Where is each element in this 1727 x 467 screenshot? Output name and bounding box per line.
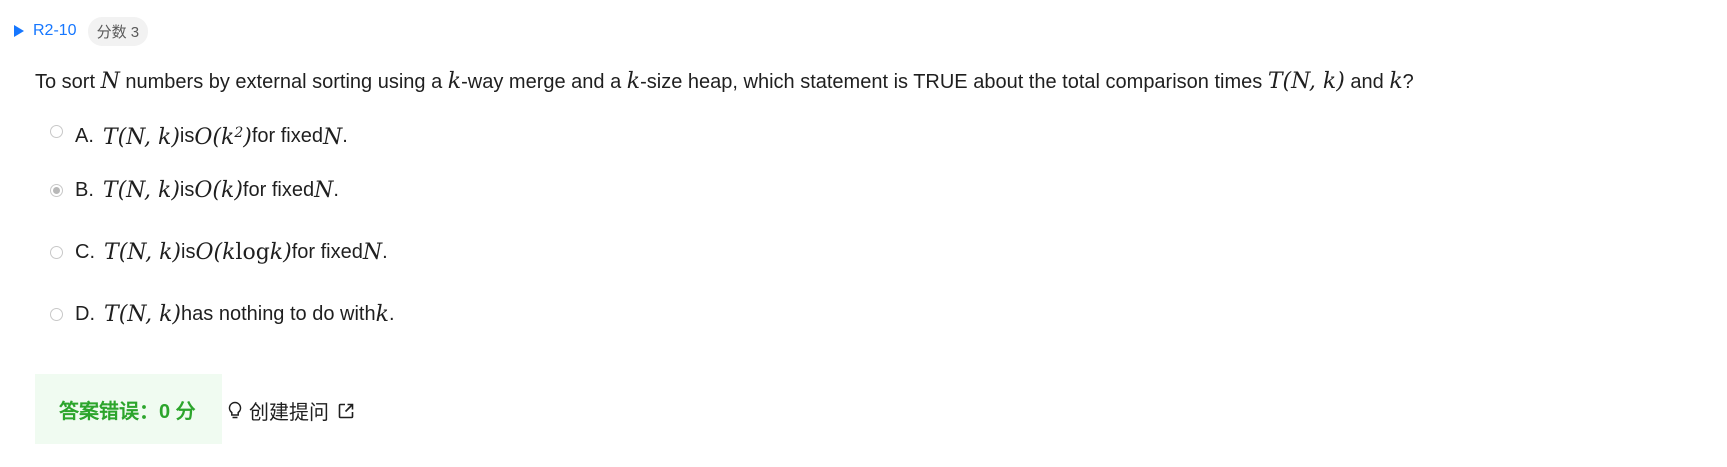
- math-expr: O(k: [194, 125, 235, 150]
- question-part: numbers by external sorting using a: [119, 71, 448, 93]
- result-box: 答案错误：0 分: [35, 374, 222, 444]
- option-text: is: [179, 178, 195, 201]
- option-text: has nothing to do with: [181, 302, 376, 325]
- option-text: .: [382, 240, 388, 263]
- question-id[interactable]: R2-10: [33, 22, 77, 40]
- radio-button[interactable]: [50, 125, 63, 138]
- create-question-button[interactable]: 创建提问: [227, 396, 355, 425]
- math-var: T: [104, 301, 119, 327]
- score-tag: 分数 3: [87, 16, 149, 46]
- question-part: ?: [1402, 71, 1414, 93]
- math-var: N: [362, 239, 383, 265]
- question-part: -way merge and a: [461, 71, 627, 93]
- radio-button[interactable]: [50, 245, 63, 259]
- math-var: T: [1267, 69, 1283, 94]
- option-letter: D.: [75, 302, 95, 325]
- option-c[interactable]: C. T (N, k) is O(k log k) for fixed N.: [50, 221, 395, 283]
- result-text: 答案错误：0 分: [59, 400, 196, 423]
- option-text: .: [388, 302, 395, 325]
- question-part: To sort: [35, 71, 101, 93]
- math-var: k: [1389, 69, 1403, 94]
- question-part: and: [1344, 71, 1390, 93]
- math-var: T: [104, 239, 119, 265]
- math-expr: O(k: [195, 239, 236, 265]
- radio-button[interactable]: [50, 183, 63, 197]
- option-text: for fixed: [242, 178, 315, 201]
- math-var: N: [314, 177, 334, 203]
- math-exponent: 2: [234, 125, 244, 141]
- math-log: log: [235, 239, 270, 265]
- math-expr: ): [243, 125, 252, 150]
- option-text: for fixed: [251, 125, 323, 147]
- option-b[interactable]: B. T (N, k) is O(k) for fixed N.: [50, 159, 395, 221]
- option-letter: A.: [75, 125, 94, 147]
- option-text: is: [179, 125, 195, 147]
- option-text: .: [333, 178, 339, 201]
- math-var: N: [100, 69, 120, 94]
- math-args: (N, k): [117, 177, 180, 203]
- math-var: N: [323, 125, 343, 150]
- math-args: (N, k): [118, 301, 182, 327]
- math-var: k: [375, 301, 389, 327]
- math-args: (N, k): [1282, 69, 1345, 94]
- math-args: (N, k): [118, 239, 182, 265]
- lightbulb-icon: [227, 401, 243, 421]
- math-args: (N, k): [117, 125, 180, 150]
- options-list: A. T (N, k) is O(k 2) for fixed N. B. T (N,…: [50, 125, 395, 345]
- math-var: T: [102, 177, 118, 203]
- option-letter: C.: [75, 240, 95, 263]
- question-text: To sort N numbers by external sorting us…: [35, 66, 1414, 98]
- option-d[interactable]: D. T (N, k) has nothing to do with k.: [50, 283, 395, 345]
- math-expr: k): [269, 239, 292, 265]
- math-expr: O(k): [194, 177, 243, 203]
- radio-button[interactable]: [50, 307, 63, 321]
- math-var: k: [626, 69, 641, 94]
- option-a[interactable]: A. T (N, k) is O(k 2) for fixed N.: [50, 125, 395, 159]
- option-text: is: [181, 240, 196, 263]
- collapse-triangle-icon[interactable]: [14, 25, 24, 37]
- option-text: for fixed: [291, 240, 363, 263]
- question-part: -size heap, which statement is TRUE abou…: [640, 71, 1268, 93]
- option-letter: B.: [75, 178, 94, 201]
- external-link-icon: [337, 402, 355, 420]
- math-var: T: [102, 125, 118, 150]
- option-text: .: [342, 125, 348, 147]
- create-question-label: 创建提问: [249, 402, 329, 424]
- question-header: R2-10 分数 3: [14, 16, 149, 46]
- math-var: k: [447, 69, 462, 94]
